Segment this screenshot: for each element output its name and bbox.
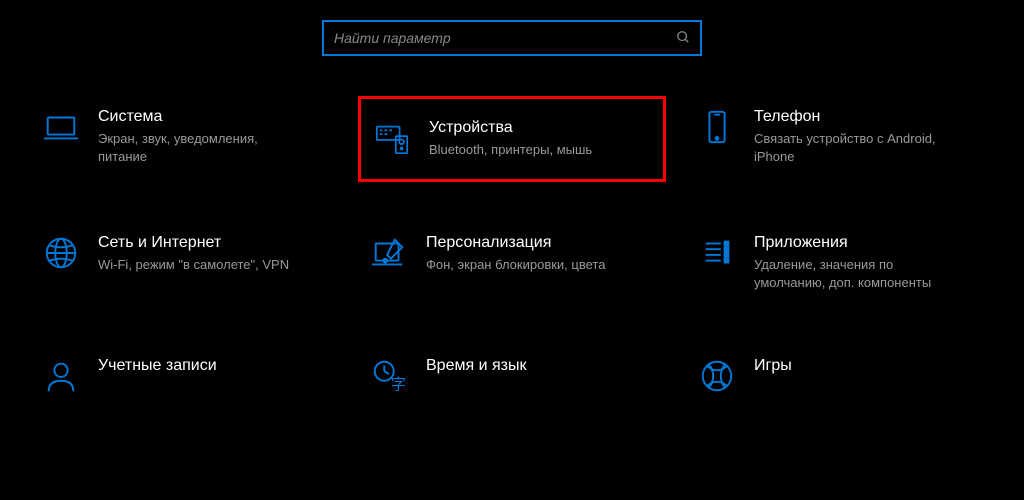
category-network[interactable]: Сеть и Интернет Wi-Fi, режим "в самолете…: [30, 222, 338, 304]
category-desc: Связать устройство с Android, iPhone: [754, 130, 954, 166]
phone-icon: [698, 108, 736, 146]
category-title: Учетные записи: [98, 357, 217, 375]
svg-text:字: 字: [391, 376, 406, 393]
category-title: Время и язык: [426, 357, 526, 375]
category-phone[interactable]: Телефон Связать устройство с Android, iP…: [686, 96, 994, 182]
search-container: [0, 0, 1024, 96]
category-desc: Фон, экран блокировки, цвета: [426, 256, 605, 274]
category-gaming[interactable]: Игры: [686, 345, 994, 407]
time-language-icon: 字: [370, 357, 408, 395]
category-title: Игры: [754, 357, 792, 375]
category-desc: Bluetooth, принтеры, мышь: [429, 141, 592, 159]
search-icon: [676, 30, 690, 47]
category-system[interactable]: Система Экран, звук, уведомления, питани…: [30, 96, 338, 182]
category-desc: Экран, звук, уведомления, питание: [98, 130, 298, 166]
category-accounts[interactable]: Учетные записи: [30, 345, 338, 407]
category-text: Учетные записи: [98, 357, 217, 379]
category-text: Телефон Связать устройство с Android, iP…: [754, 108, 954, 166]
xbox-icon: [698, 357, 736, 395]
account-icon: [42, 357, 80, 395]
category-text: Персонализация Фон, экран блокировки, цв…: [426, 234, 605, 274]
search-input[interactable]: [334, 30, 676, 46]
category-text: Сеть и Интернет Wi-Fi, режим "в самолете…: [98, 234, 289, 274]
apps-icon: [698, 234, 736, 272]
category-desc: Wi-Fi, режим "в самолете", VPN: [98, 256, 289, 274]
category-text: Время и язык: [426, 357, 526, 379]
category-devices[interactable]: Устройства Bluetooth, принтеры, мышь: [358, 96, 666, 182]
category-text: Система Экран, звук, уведомления, питани…: [98, 108, 298, 166]
category-title: Персонализация: [426, 234, 605, 252]
devices-icon: [373, 119, 411, 157]
category-text: Игры: [754, 357, 792, 379]
paint-icon: [370, 234, 408, 272]
category-title: Сеть и Интернет: [98, 234, 289, 252]
category-text: Устройства Bluetooth, принтеры, мышь: [429, 119, 592, 159]
category-title: Устройства: [429, 119, 592, 137]
category-title: Телефон: [754, 108, 954, 126]
category-desc: Удаление, значения по умолчанию, доп. ко…: [754, 256, 954, 292]
laptop-icon: [42, 108, 80, 146]
category-time-language[interactable]: 字 Время и язык: [358, 345, 666, 407]
category-title: Приложения: [754, 234, 954, 252]
search-box[interactable]: [322, 20, 702, 56]
category-title: Система: [98, 108, 298, 126]
category-personalization[interactable]: Персонализация Фон, экран блокировки, цв…: [358, 222, 666, 304]
globe-icon: [42, 234, 80, 272]
category-apps[interactable]: Приложения Удаление, значения по умолчан…: [686, 222, 994, 304]
categories-grid: Система Экран, звук, уведомления, питани…: [0, 96, 1024, 407]
category-text: Приложения Удаление, значения по умолчан…: [754, 234, 954, 292]
